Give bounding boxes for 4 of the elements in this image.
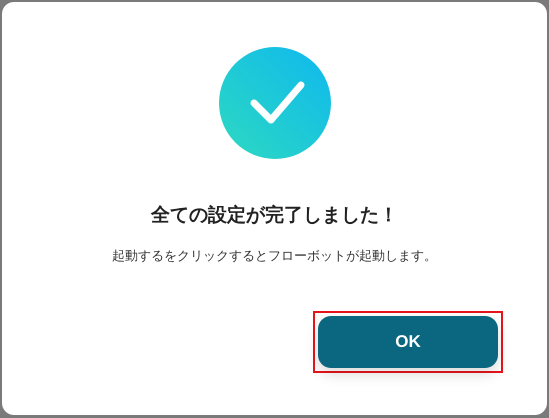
dialog-message: 起動するをクリックするとフローボットが起動します。 — [112, 248, 437, 265]
ok-button[interactable]: OK — [318, 316, 498, 368]
check-circle-icon — [218, 47, 330, 159]
dialog-title: 全ての設定が完了しました！ — [151, 203, 398, 228]
